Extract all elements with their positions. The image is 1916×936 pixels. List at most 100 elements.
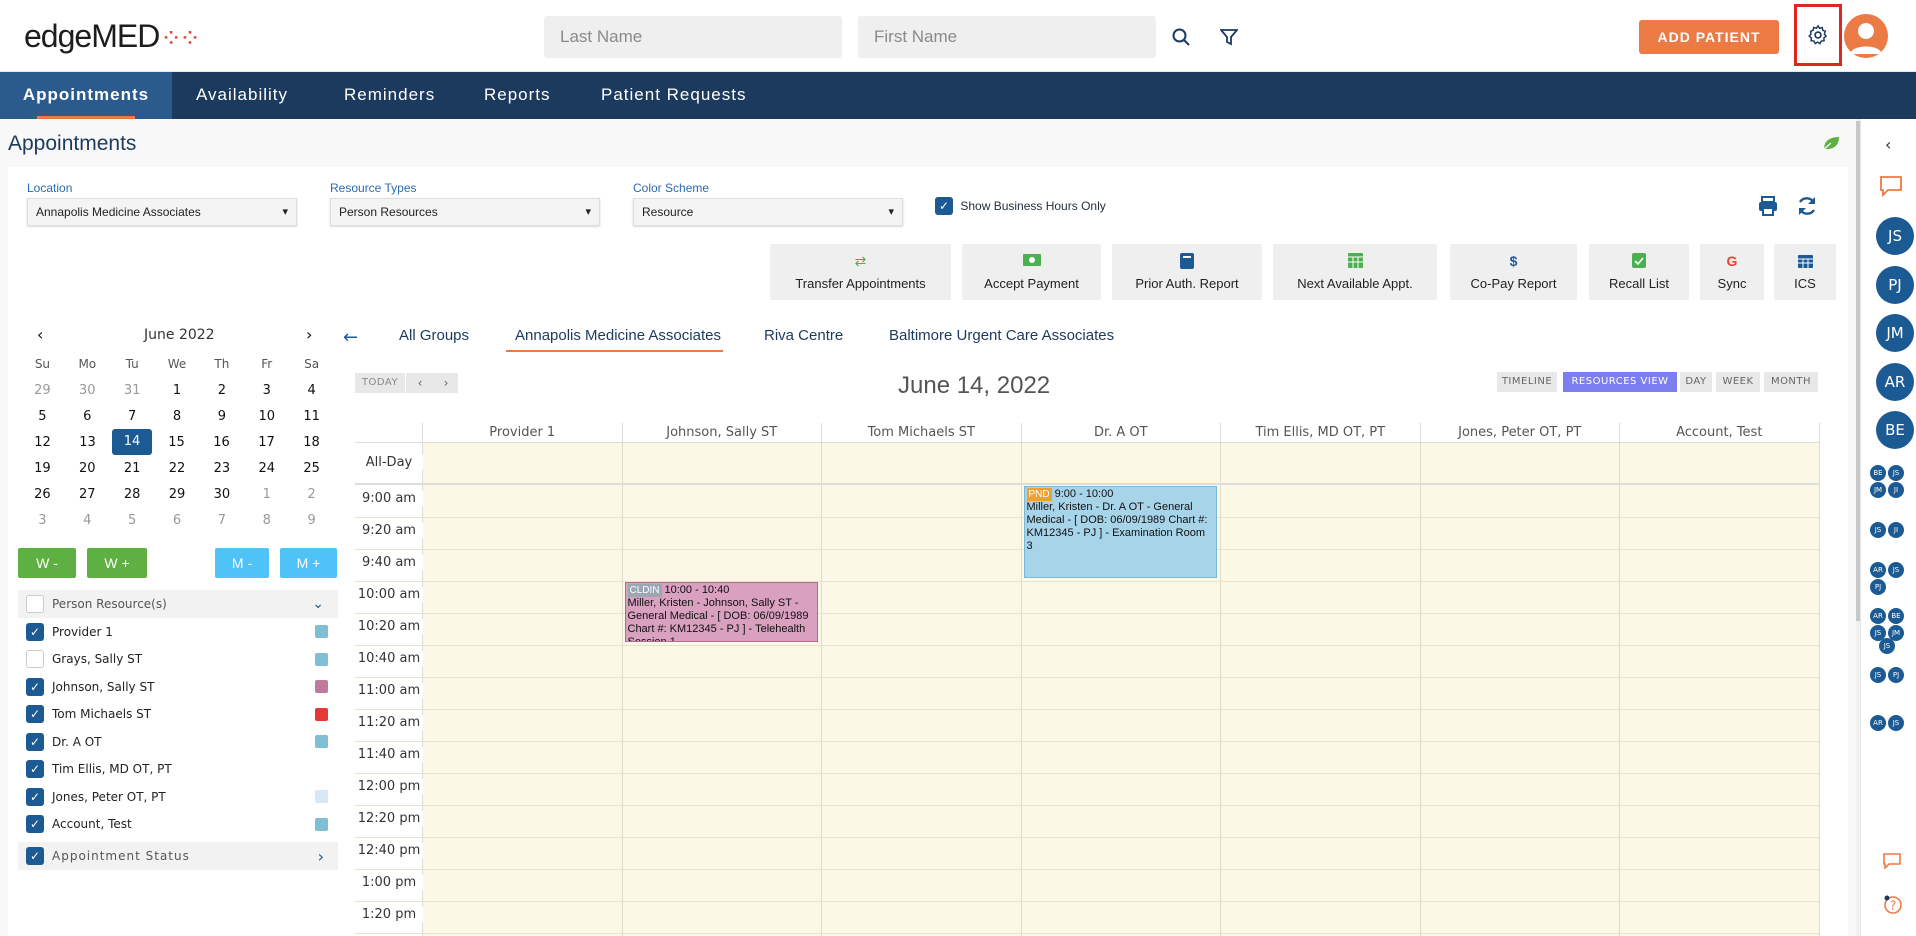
calendar-day[interactable]: 11 (289, 409, 334, 424)
settings-gear-icon[interactable] (1794, 4, 1842, 66)
resource-item[interactable]: ✓ Provider 1 (18, 618, 338, 646)
calendar-day[interactable]: 1 (155, 383, 200, 398)
calendar-day[interactable]: 10 (244, 409, 289, 424)
group-tab-all[interactable]: All Groups (399, 327, 469, 344)
rail-avatar[interactable]: BE (1876, 411, 1914, 449)
next-month-icon[interactable]: › (306, 325, 312, 344)
rail-small-avatar[interactable]: AR (1870, 608, 1886, 624)
calendar-day[interactable]: 24 (244, 461, 289, 476)
group-tab-annapolis[interactable]: Annapolis Medicine Associates (515, 327, 721, 344)
tab-appointments[interactable]: Appointments (0, 72, 172, 119)
resource-item[interactable]: Grays, Sally ST (18, 646, 338, 674)
rail-small-avatar[interactable]: JI (1888, 522, 1904, 538)
calendar-day[interactable]: 1 (244, 487, 289, 502)
resource-checkbox[interactable]: ✓ (26, 760, 44, 779)
calendar-day[interactable]: 2 (289, 487, 334, 502)
resource-item[interactable]: ✓ Dr. A OT (18, 728, 338, 756)
search-icon[interactable] (1166, 22, 1196, 52)
next-day-icon[interactable]: › (434, 373, 458, 393)
tab-availability[interactable]: Availability (196, 72, 288, 119)
recall-list-button[interactable]: Recall List (1589, 244, 1689, 300)
calendar-day[interactable]: 3 (20, 513, 65, 528)
resource-item[interactable]: ✓ Tim Ellis, MD OT, PT (18, 756, 338, 784)
rail-small-avatar[interactable]: JS (1888, 465, 1904, 481)
rail-avatar[interactable]: AR (1876, 363, 1914, 401)
tab-reminders[interactable]: Reminders (344, 72, 435, 119)
calendar-day[interactable]: 29 (155, 487, 200, 502)
group-tab-baltimore[interactable]: Baltimore Urgent Care Associates (889, 327, 1114, 344)
chevron-down-icon[interactable]: ⌄ (312, 596, 324, 612)
resource-checkbox[interactable]: ✓ (26, 787, 44, 806)
calendar-day[interactable]: 20 (65, 461, 110, 476)
resource-item[interactable]: ✓ Johnson, Sally ST (18, 673, 338, 701)
collapse-icon[interactable]: ‹ (1885, 135, 1891, 154)
business-hours-checkbox[interactable]: ✓ (935, 197, 953, 215)
view-week[interactable]: WEEK (1716, 372, 1760, 392)
today-button[interactable]: TODAY (355, 373, 405, 393)
resource-item[interactable]: ✓ Tom Michaels ST (18, 701, 338, 729)
rail-small-avatar[interactable]: PJ (1888, 667, 1904, 683)
appointment-status-checkbox[interactable]: ✓ (26, 847, 44, 865)
business-hours-toggle[interactable]: ✓ Show Business Hours Only (935, 197, 1106, 215)
calendar-day[interactable]: 25 (289, 461, 334, 476)
chevron-right-icon[interactable]: › (318, 847, 324, 866)
resource-checkbox[interactable]: ✓ (26, 732, 44, 751)
prev-day-icon[interactable]: ‹ (406, 373, 434, 393)
transfer-appointments-button[interactable]: ⇄ Transfer Appointments (770, 244, 951, 300)
calendar-day[interactable]: 16 (199, 435, 244, 450)
rail-small-avatar[interactable]: JS (1870, 522, 1886, 538)
tab-patient-requests[interactable]: Patient Requests (601, 72, 746, 119)
view-day[interactable]: DAY (1680, 372, 1712, 392)
prior-auth-report-button[interactable]: Prior Auth. Report (1112, 244, 1262, 300)
calendar-day[interactable]: 12 (20, 435, 65, 450)
month-plus-button[interactable]: M + (280, 548, 337, 578)
calendar-day[interactable]: 9 (289, 513, 334, 528)
calendar-day[interactable]: 6 (65, 409, 110, 424)
sync-button[interactable]: G Sync (1700, 244, 1764, 300)
resource-item[interactable]: ✓ Account, Test (18, 811, 338, 839)
resource-item[interactable]: ✓ Jones, Peter OT, PT (18, 783, 338, 811)
rail-avatar[interactable]: JS (1876, 217, 1914, 255)
calendar-day[interactable]: 5 (110, 513, 155, 528)
back-arrow-icon[interactable]: ← (343, 327, 358, 348)
resource-checkbox[interactable]: ✓ (26, 677, 44, 696)
chat-icon[interactable] (1879, 175, 1903, 201)
appointment-status-header[interactable]: ✓ Appointment Status › (18, 842, 338, 870)
calendar-day[interactable]: 7 (110, 409, 155, 424)
select-all-checkbox[interactable] (26, 595, 44, 613)
calendar-day[interactable]: 26 (20, 487, 65, 502)
calendar-day[interactable]: 30 (199, 487, 244, 502)
calendar-day[interactable]: 17 (244, 435, 289, 450)
rail-small-avatar[interactable]: PJ (1870, 579, 1886, 595)
calendar-day[interactable]: 4 (65, 513, 110, 528)
resource-checkbox[interactable]: ✓ (26, 705, 44, 724)
prev-month-icon[interactable]: ‹ (37, 325, 43, 344)
calendar-day[interactable]: 8 (244, 513, 289, 528)
accept-payment-button[interactable]: Accept Payment (962, 244, 1101, 300)
rail-avatar[interactable]: JM (1876, 314, 1914, 352)
edgemed-logo[interactable]: edgeMED⁘⁘ (24, 18, 201, 55)
rail-small-avatar[interactable]: AR (1870, 562, 1886, 578)
calendar-day[interactable]: 21 (110, 461, 155, 476)
view-timeline[interactable]: TIMELINE (1497, 372, 1557, 392)
first-name-input[interactable] (858, 16, 1156, 58)
rail-small-avatar[interactable]: AR (1870, 715, 1886, 731)
month-minus-button[interactable]: M - (215, 548, 269, 578)
ics-button[interactable]: ICS (1774, 244, 1836, 300)
calendar-day[interactable]: 14 (112, 429, 152, 455)
resource-types-select[interactable]: Person Resources ▾ (330, 198, 600, 226)
user-avatar[interactable] (1844, 14, 1888, 58)
person-resources-header[interactable]: Person Resource(s) ⌄ (18, 590, 338, 618)
calendar-day[interactable]: 22 (155, 461, 200, 476)
week-plus-button[interactable]: W + (87, 548, 147, 578)
calendar-day[interactable]: 15 (154, 435, 199, 450)
tab-reports[interactable]: Reports (484, 72, 551, 119)
message-icon[interactable] (1883, 853, 1901, 873)
appointment-event[interactable]: PND 9:00 - 10:00 Miller, Kristen - Dr. A O… (1023, 486, 1217, 578)
resource-checkbox[interactable]: ✓ (26, 622, 44, 641)
next-available-appt-button[interactable]: Next Available Appt. (1273, 244, 1437, 300)
calendar-day[interactable]: 13 (65, 435, 110, 450)
calendar-day[interactable]: 5 (20, 409, 65, 424)
calendar-day[interactable]: 30 (65, 383, 110, 398)
calendar-day[interactable]: 28 (110, 487, 155, 502)
